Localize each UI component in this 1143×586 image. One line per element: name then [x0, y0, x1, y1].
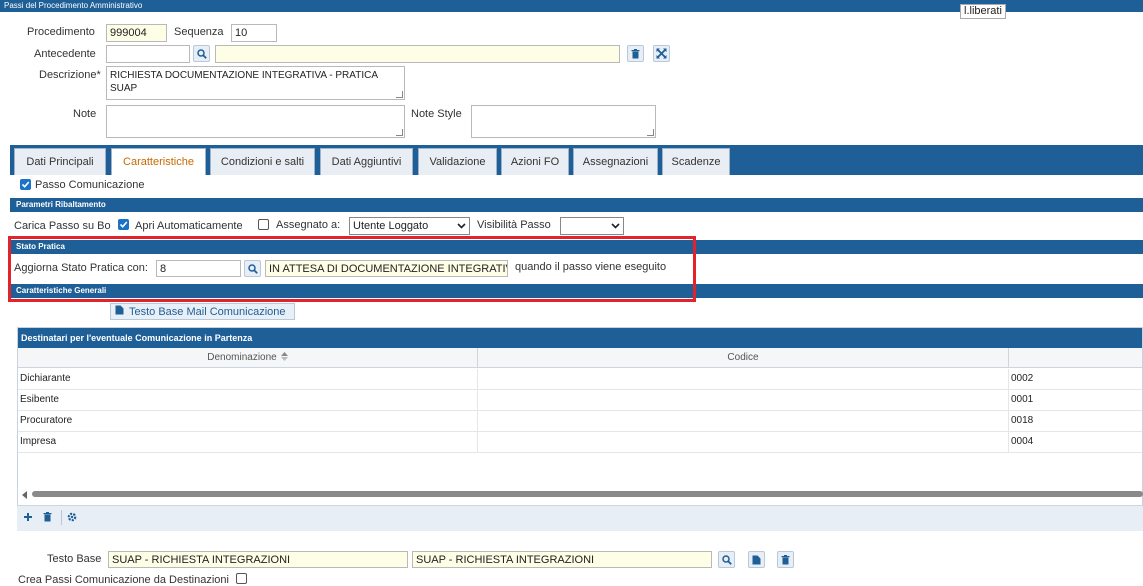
crea-passi-label: Crea Passi Comunicazione da Destinazioni — [18, 574, 229, 586]
cell-extra: 0002 — [1011, 373, 1034, 384]
check-icon — [21, 181, 30, 188]
note-style-textarea[interactable] — [471, 105, 656, 138]
antecedente-search-button[interactable] — [193, 45, 210, 62]
check-icon — [119, 221, 128, 228]
column-header-denominazione[interactable]: Denominazione — [18, 348, 478, 368]
sort-icon — [280, 351, 288, 364]
tab-bar: Dati Principali Caratteristiche Condizio… — [10, 145, 1143, 175]
descrizione-label: Descrizione* — [39, 69, 101, 81]
testo-base-document-button[interactable] — [748, 551, 765, 568]
add-icon[interactable] — [23, 512, 33, 525]
scrollbar-thumb[interactable] — [32, 491, 1143, 497]
cell-denominazione: Esibente — [18, 390, 478, 410]
testo-base-field-1[interactable]: SUAP - RICHIESTA INTEGRAZIONI — [108, 551, 408, 568]
horizontal-scrollbar[interactable] — [22, 490, 1143, 499]
tab-validazione[interactable]: Validazione — [418, 148, 497, 175]
tab-azioni-fo[interactable]: Azioni FO — [501, 148, 569, 175]
chevron-down-icon — [611, 219, 620, 234]
user-tooltip: l.liberati — [960, 4, 1006, 19]
testo-base-mail-button[interactable]: Testo Base Mail Comunicazione — [110, 303, 295, 320]
testo-base-label: Testo Base — [47, 553, 102, 565]
toolbar-divider — [61, 510, 62, 525]
destinatari-grid-title: Destinatari per l'eventuale Comunicazion… — [18, 328, 1142, 348]
apri-automaticamente-label: Apri Automaticamente — [135, 220, 243, 232]
antecedente-delete-button[interactable] — [627, 45, 644, 62]
column-label: Denominazione — [207, 352, 277, 363]
destinatari-grid: Destinatari per l'eventuale Comunicazion… — [17, 327, 1143, 530]
sequenza-field[interactable]: 10 — [231, 24, 277, 42]
cell-codice — [478, 369, 1009, 389]
crea-passi-checkbox[interactable] — [236, 573, 247, 584]
procedimento-label: Procedimento — [27, 26, 95, 38]
cell-codice — [478, 432, 1009, 452]
trash-icon[interactable] — [43, 512, 52, 525]
sequenza-label: Sequenza — [174, 26, 224, 38]
testo-base-search-button[interactable] — [718, 551, 735, 568]
tab-scadenze[interactable]: Scadenze — [662, 148, 730, 175]
column-header-extra — [1009, 348, 1142, 368]
antecedente-label: Antecedente — [34, 48, 96, 60]
search-icon — [721, 554, 732, 565]
note-label: Note — [73, 108, 97, 120]
resize-handle-icon — [396, 91, 403, 98]
note-style-label: Note Style — [411, 108, 462, 120]
expand-arrows-icon — [656, 48, 667, 59]
cell-codice — [478, 390, 1009, 410]
visibilita-label: Visibilità Passo — [477, 219, 551, 231]
cell-codice — [478, 411, 1009, 431]
document-icon — [752, 555, 761, 565]
tab-dati-principali[interactable]: Dati Principali — [14, 148, 106, 175]
resize-handle-icon — [647, 129, 654, 136]
highlight-box — [8, 236, 696, 302]
assegnato-checkbox[interactable] — [258, 219, 269, 230]
apri-automaticamente-checkbox[interactable] — [118, 219, 129, 230]
tab-condizioni-salti[interactable]: Condizioni e salti — [210, 148, 315, 175]
resize-handle-icon — [396, 129, 403, 136]
antecedente-expand-button[interactable] — [653, 45, 670, 62]
antecedente-description-field[interactable] — [215, 45, 620, 63]
procedimento-field[interactable]: 999004 — [106, 24, 167, 42]
testo-base-delete-button[interactable] — [777, 551, 794, 568]
table-row[interactable]: Impresa 0004 — [18, 432, 1142, 453]
grid-toolbar — [17, 505, 1143, 531]
tab-dati-aggiuntivi[interactable]: Dati Aggiuntivi — [320, 148, 413, 175]
trash-icon — [781, 554, 790, 565]
tab-caratteristiche[interactable]: Caratteristiche — [111, 148, 206, 175]
gear-icon[interactable] — [67, 512, 77, 525]
assegnato-select-value: Utente Loggato — [353, 219, 429, 232]
table-row[interactable]: Esibente 0001 — [18, 390, 1142, 411]
cell-denominazione: Dichiarante — [18, 369, 478, 389]
parametri-ribaltamento-header: Parametri Ribaltamento — [10, 198, 1143, 212]
antecedente-field[interactable] — [106, 45, 190, 63]
passo-comunicazione-label: Passo Comunicazione — [35, 179, 145, 191]
column-header-codice[interactable]: Codice — [478, 348, 1009, 368]
table-row[interactable]: Dichiarante 0002 — [18, 369, 1142, 390]
cell-extra: 0018 — [1011, 415, 1034, 426]
visibilita-select[interactable] — [560, 217, 624, 235]
trash-icon — [631, 48, 640, 59]
search-icon — [196, 48, 207, 59]
document-icon — [115, 305, 124, 318]
carica-passo-label: Carica Passo su Bo — [14, 220, 111, 232]
chevron-down-icon — [457, 219, 466, 234]
cell-extra: 0001 — [1011, 394, 1034, 405]
tab-assegnazioni[interactable]: Assegnazioni — [573, 148, 658, 175]
testo-base-field-2[interactable]: SUAP - RICHIESTA INTEGRAZIONI — [412, 551, 712, 568]
passo-comunicazione-checkbox[interactable] — [20, 179, 31, 190]
table-row[interactable]: Procuratore 0018 — [18, 411, 1142, 432]
descrizione-textarea[interactable]: RICHIESTA DOCUMENTAZIONE INTEGRATIVA - P… — [106, 66, 405, 100]
cell-extra: 0004 — [1011, 436, 1034, 447]
assegnato-select[interactable]: Utente Loggato — [349, 217, 470, 235]
descrizione-text: RICHIESTA DOCUMENTAZIONE INTEGRATIVA - P… — [110, 70, 378, 94]
note-textarea[interactable] — [106, 105, 405, 138]
assegnato-label: Assegnato a: — [276, 219, 341, 231]
cell-denominazione: Impresa — [18, 432, 478, 452]
testo-base-mail-label: Testo Base Mail Comunicazione — [129, 305, 286, 318]
scroll-left-arrow-icon[interactable] — [22, 490, 28, 502]
cell-denominazione: Procuratore — [18, 411, 478, 431]
